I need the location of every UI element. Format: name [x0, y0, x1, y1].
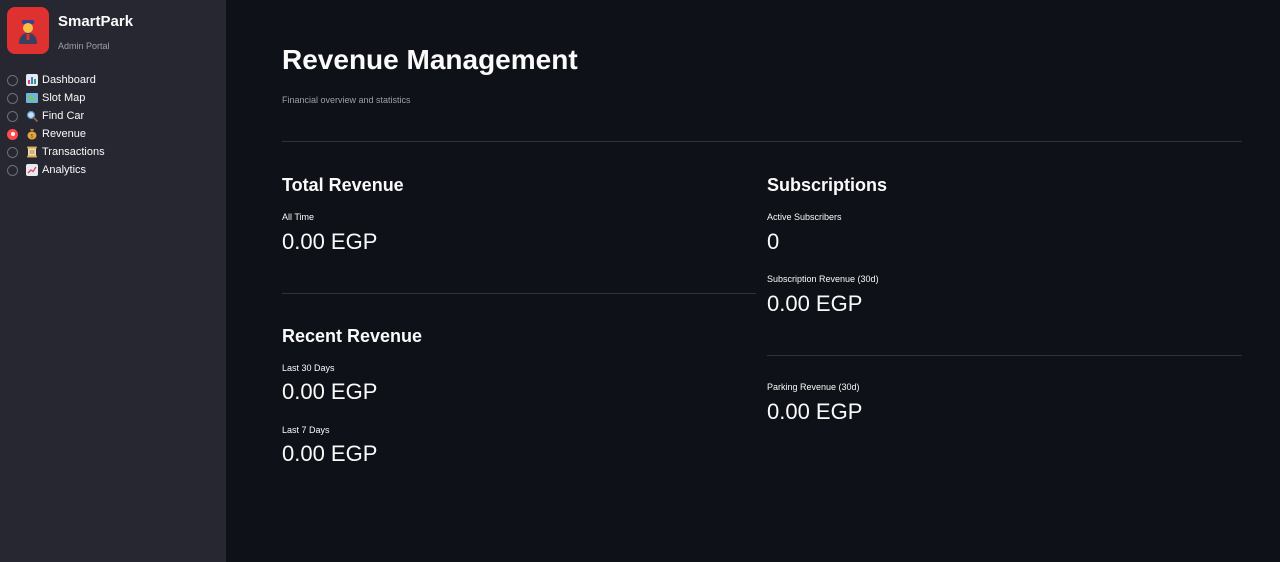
- recent-revenue-heading: Recent Revenue: [282, 326, 423, 346]
- brand: SmartPark Admin Portal: [7, 7, 226, 54]
- sidebar-item-revenue[interactable]: $ Revenue: [7, 125, 226, 143]
- active-subscribers-label: Active Subscribers: [767, 212, 842, 222]
- radio-button[interactable]: [7, 146, 18, 158]
- sidebar-item-label: Find Car: [42, 110, 85, 122]
- sidebar-item-label: Dashboard: [42, 74, 96, 86]
- magnifier-icon: [26, 110, 38, 122]
- parking-revenue-label: Parking Revenue (30d): [767, 382, 860, 392]
- subscription-revenue-label: Subscription Revenue (30d): [767, 274, 879, 284]
- subscriptions-heading: Subscriptions: [767, 175, 888, 195]
- sidebar: SmartPark Admin Portal Dashboard Slot Ma…: [0, 0, 226, 562]
- radio-button[interactable]: [7, 92, 18, 104]
- brand-subtitle: Admin Portal: [58, 40, 110, 51]
- bar-chart-icon: [26, 74, 38, 86]
- money-bag-icon: $: [26, 128, 38, 140]
- sidebar-item-label: Slot Map: [42, 92, 86, 104]
- sidebar-item-slot-map[interactable]: Slot Map: [7, 89, 226, 107]
- app-root: SmartPark Admin Portal Dashboard Slot Ma…: [0, 0, 1280, 562]
- page-title: Revenue Management: [282, 44, 578, 75]
- svg-text:$: $: [30, 134, 33, 140]
- main-content: Revenue Management Financial overview an…: [226, 0, 1280, 562]
- divider: [282, 141, 1242, 142]
- page-subtitle: Financial overview and statistics: [282, 95, 411, 105]
- last-30-days-label: Last 30 Days: [282, 363, 335, 373]
- last-7-days-label: Last 7 Days: [282, 425, 330, 435]
- divider: [767, 355, 1242, 356]
- radio-button[interactable]: [7, 74, 18, 86]
- sidebar-item-transactions[interactable]: Transactions: [7, 143, 226, 161]
- total-revenue-heading: Total Revenue: [282, 175, 404, 195]
- sidebar-item-label: Analytics: [42, 164, 87, 176]
- sidebar-nav: Dashboard Slot Map Find Car $ Revenue Tr…: [7, 71, 226, 179]
- parking-attendant-icon: [19, 19, 37, 44]
- map-icon: [26, 92, 38, 104]
- parking-revenue-value: 0.00 EGP: [767, 399, 863, 424]
- last-7-days-value: 0.00 EGP: [282, 441, 378, 466]
- divider: [282, 293, 756, 294]
- subscription-revenue-value: 0.00 EGP: [767, 291, 863, 316]
- active-subscribers-value: 0: [767, 229, 780, 254]
- sidebar-item-label: Transactions: [42, 146, 105, 158]
- radio-button[interactable]: [7, 164, 18, 176]
- total-revenue-label: All Time: [282, 212, 315, 222]
- trending-chart-icon: [26, 164, 38, 176]
- sidebar-item-find-car[interactable]: Find Car: [7, 107, 226, 125]
- radio-button[interactable]: [7, 110, 18, 122]
- sidebar-item-label: Revenue: [42, 128, 87, 140]
- brand-name: SmartPark: [58, 12, 134, 30]
- logo: [7, 7, 49, 54]
- radio-button-selected[interactable]: [7, 128, 18, 140]
- sidebar-item-dashboard[interactable]: Dashboard: [7, 71, 226, 89]
- total-revenue-value: 0.00 EGP: [282, 229, 378, 254]
- scroll-icon: [26, 146, 38, 158]
- sidebar-item-analytics[interactable]: Analytics: [7, 161, 226, 179]
- last-30-days-value: 0.00 EGP: [282, 379, 378, 404]
